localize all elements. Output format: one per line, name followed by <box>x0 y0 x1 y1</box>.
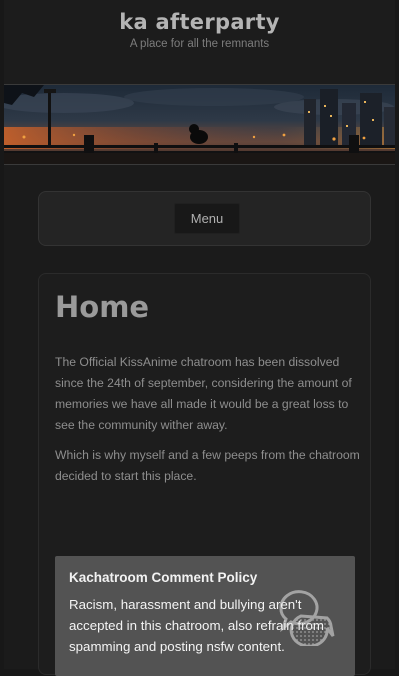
menu-button[interactable]: Menu <box>174 203 240 234</box>
city-night-banner-image <box>4 85 395 164</box>
main-content-card: Home The Official KissAnime chatroom has… <box>38 273 371 676</box>
second-paragraph: Which is why myself and a few peeps from… <box>55 448 360 483</box>
chat-bubbles-icon <box>279 590 335 646</box>
header-banner-image <box>4 84 395 165</box>
nav-menu-container: Menu <box>38 191 371 246</box>
intro-paragraph: The Official KissAnime chatroom has been… <box>55 355 352 432</box>
site-tagline: A place for all the remnants <box>129 38 270 50</box>
site-title[interactable]: ka afterparty <box>4 0 395 34</box>
page-frame: ka afterparty A place for all the remnan… <box>4 0 395 676</box>
comment-policy-title: Kachatroom Comment Policy <box>69 570 258 585</box>
comment-policy-box: Kachatroom Comment Policy Racism, harass… <box>55 556 355 676</box>
site-header: ka afterparty A place for all the remnan… <box>4 0 395 84</box>
page-title: Home <box>55 290 150 324</box>
